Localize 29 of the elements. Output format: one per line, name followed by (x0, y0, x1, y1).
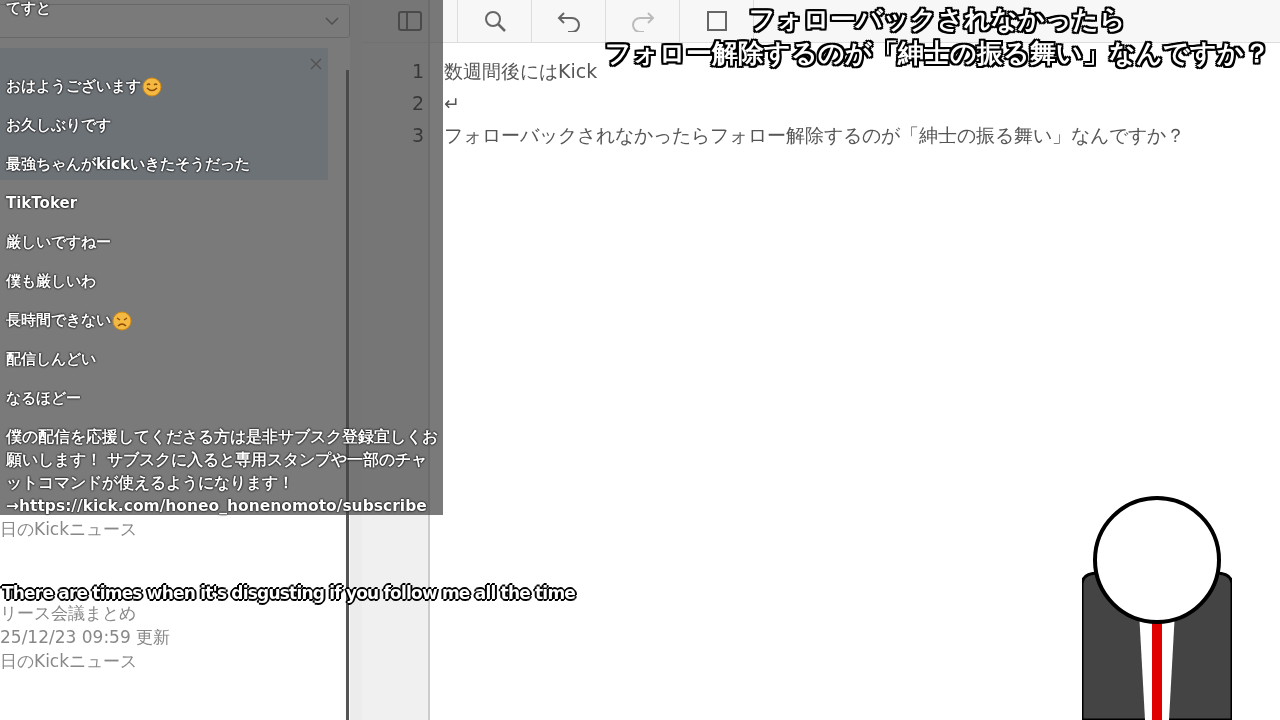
chat-message: 厳しいですねー (6, 232, 111, 253)
chat-message: 長時間できない (6, 310, 111, 331)
chat-message: 最強ちゃんがkickいきたそうだった (6, 154, 250, 175)
smile-emoji-icon (142, 76, 162, 97)
editor-line: ↵ (444, 92, 460, 114)
frown-emoji-icon (112, 310, 132, 331)
chat-message: TikToker (6, 193, 78, 214)
note-date: 25/12/23 09:59 更新 (0, 627, 171, 647)
chat-message: 配信しんどい (6, 349, 96, 370)
chat-message: なるほどー (6, 388, 81, 409)
chat-message: 僕も厳しいわ (6, 271, 96, 292)
caption-text: フォローバックされなかったら (749, 3, 1126, 36)
undo-icon (555, 10, 582, 32)
caption-text: フォロー解除するのが「紳士の振る舞い」なんですか？ (605, 37, 1270, 70)
editor-line: 数週間後にはKick (444, 60, 598, 82)
chat-message: おはようございます (6, 76, 141, 97)
search-icon (482, 9, 507, 33)
redo-icon (629, 10, 656, 32)
square-icon (706, 11, 727, 31)
editor-line: フォローバックされなかったらフォロー解除するのが「紳士の振る舞い」なんですか？ (444, 124, 1185, 146)
chat-message: てすと (6, 0, 51, 19)
note-folder: 日のKickニュース (0, 519, 138, 539)
note-folder: 日のKickニュース (0, 651, 138, 671)
line-number: 2 (411, 91, 424, 116)
line-number: 3 (411, 123, 424, 148)
line-number: 1 (411, 59, 424, 84)
note-title: リース会議まとめ (0, 603, 136, 623)
chat-message: お久しぶりです (6, 115, 111, 136)
chat-message: 僕の配信を応援してくださる方は是非サブスク登録宜しくお願いします！ サブスクに入ると専用スタンプや一部のチャットコマンドが使えるようになります！ →https://kick.com/honeo_honenomoto/subscribe (6, 427, 439, 517)
